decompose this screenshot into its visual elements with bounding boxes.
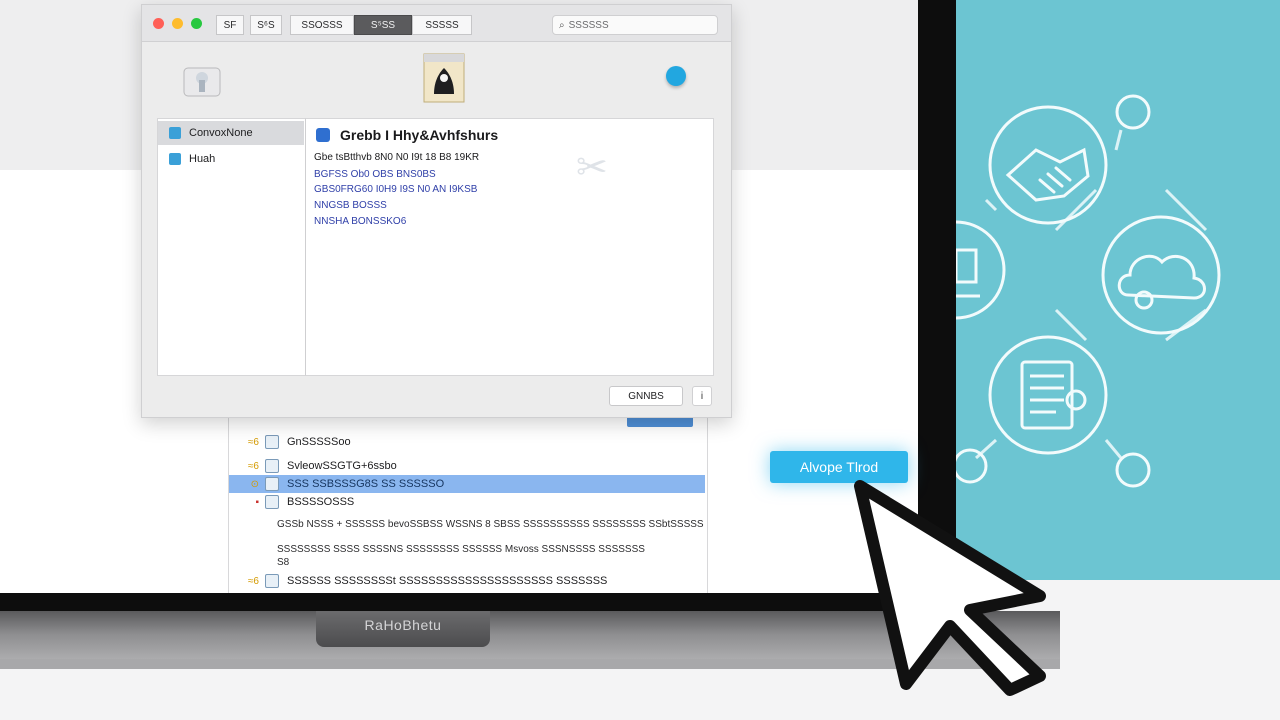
connector-line (1114, 129, 1123, 151)
row-mark: ≈6 (247, 460, 259, 472)
status-dot-icon[interactable] (666, 66, 686, 86)
document-circle (988, 335, 1108, 455)
file-icon (265, 574, 279, 588)
list-item-selected[interactable]: ⊙ SSS SSBSSSG8S SS SSSSSO (229, 475, 705, 493)
connector-line (1165, 308, 1207, 342)
cloud-icon (1117, 254, 1206, 310)
node-circle (1115, 452, 1151, 488)
content-link[interactable]: BGFSS Ob0 OBS BNS0BS (314, 169, 436, 180)
file-icon (265, 477, 279, 491)
row-mark: ≈6 (247, 436, 259, 448)
content-heading: Grebb I Hhy&Avhfshurs (340, 127, 499, 143)
info-button[interactable]: i (692, 386, 712, 406)
toolbar (142, 42, 731, 118)
list-item[interactable]: ▪ BSSSSOSSS (229, 493, 705, 511)
description-text: SSSSSSSS SSSS SSSSNS SSSSSSSS SSSSSS Msv… (277, 544, 645, 555)
file-icon (265, 435, 279, 449)
handshake-icon (1005, 147, 1090, 202)
window-titlebar: SF S⁶S SSOSSS S⁵SS SSSSS ⌕ SSSSSS (142, 5, 731, 42)
list-item-label: GnSSSSSoo (287, 436, 351, 448)
row-mark: ▪ (255, 496, 259, 508)
front-window: SF S⁶S SSOSSS S⁵SS SSSSS ⌕ SSSSSS Convox… (141, 4, 732, 418)
list-item-label: SSSSSS SSSSSSSSt SSSSSSSSSSSSSSSSSSSSS S… (287, 575, 608, 587)
connector-line (984, 198, 998, 212)
sidebar-item-label: Huah (189, 153, 216, 165)
content-link[interactable]: NNGSB BOSSS (314, 200, 387, 211)
connector-line (1104, 439, 1123, 459)
tab-segment[interactable]: S⁶S (250, 15, 282, 35)
device-icon (956, 248, 980, 298)
tab-segment-active[interactable]: S⁵SS (354, 15, 412, 35)
tab-segment[interactable]: SSSSS (412, 15, 472, 35)
row-mark: ⊙ (250, 478, 259, 490)
minimize-button[interactable] (172, 18, 183, 29)
folder-icon (169, 153, 181, 165)
document-icon (1020, 360, 1087, 430)
search-field[interactable]: ⌕ SSSSSS (552, 15, 718, 35)
drive-icon[interactable] (180, 62, 224, 102)
zoom-button[interactable] (191, 18, 202, 29)
list-item[interactable]: ≈6 GnSSSSSoo (229, 433, 705, 451)
action-button[interactable]: GNNBS (609, 386, 683, 406)
scene: ≈6 GnSSSSSoo ≈6 SvleowSSGTG+6ssbo ⊙ SSS … (0, 0, 1280, 720)
back-window: ≈6 GnSSSSSoo ≈6 SvleowSSGTG+6ssbo ⊙ SSS … (228, 410, 708, 597)
content-pane: Grebb I Hhy&Avhfshurs Gbe tsBtthvb 8N0 N… (305, 118, 714, 376)
tab-segment[interactable]: SSOSSS (290, 15, 354, 35)
faded-wrench-icon: ✂ (576, 147, 608, 189)
connector-line (974, 438, 998, 460)
handshake-circle (988, 105, 1108, 225)
description-text: S8 (277, 557, 290, 568)
device-circle (956, 220, 1006, 320)
list-item[interactable]: ≈6 SSSSSS SSSSSSSSt SSSSSSSSSSSSSSSSSSSS… (229, 572, 705, 590)
row-mark: ≈6 (247, 575, 259, 587)
content-line: Gbe tsBtthvb 8N0 N0 I9t 18 B8 19KR (314, 152, 480, 163)
search-icon: ⌕ (559, 19, 565, 31)
document-icon[interactable] (422, 52, 466, 104)
file-icon (265, 459, 279, 473)
description-text: GSSb NSSS + SSSSSS bevoSSBSS WSSNS 8 SBS… (277, 519, 704, 530)
screen-bezel-bottom (0, 593, 956, 611)
sidebar-item-label: ConvoxNone (189, 127, 253, 139)
laptop-brand: RaHoBhetu (364, 617, 442, 633)
list-item[interactable]: ≈6 SvleowSSGTG+6ssbo (229, 457, 705, 475)
list-item-label: BSSSSOSSS (287, 496, 355, 508)
mouse-cursor-icon (854, 480, 1046, 696)
content-link[interactable]: NNSHA BONSSKO6 (314, 216, 406, 227)
list-item-label: SSS SSBSSSG8S SS SSSSSO (287, 478, 445, 490)
app-icon (316, 128, 330, 142)
sidebar: ConvoxNone Huah (157, 118, 307, 376)
tab-segment[interactable]: SF (216, 15, 244, 35)
content-link[interactable]: GBS0FRG60 I0H9 I9S N0 AN I9KSB (314, 184, 477, 195)
node-circle (1115, 94, 1151, 130)
window-bottom-bar: GNNBS i (142, 380, 731, 416)
list-item-label: SvleowSSGTG+6ssbo (287, 460, 397, 472)
close-button[interactable] (153, 18, 164, 29)
cloud-circle (1101, 215, 1221, 335)
sidebar-item-selected[interactable]: ConvoxNone (158, 121, 304, 145)
search-placeholder: SSSSSS (568, 19, 609, 31)
sidebar-item[interactable]: Huah (158, 147, 304, 171)
file-icon (265, 495, 279, 509)
folder-icon (169, 127, 181, 139)
connector-line (1054, 308, 1088, 342)
